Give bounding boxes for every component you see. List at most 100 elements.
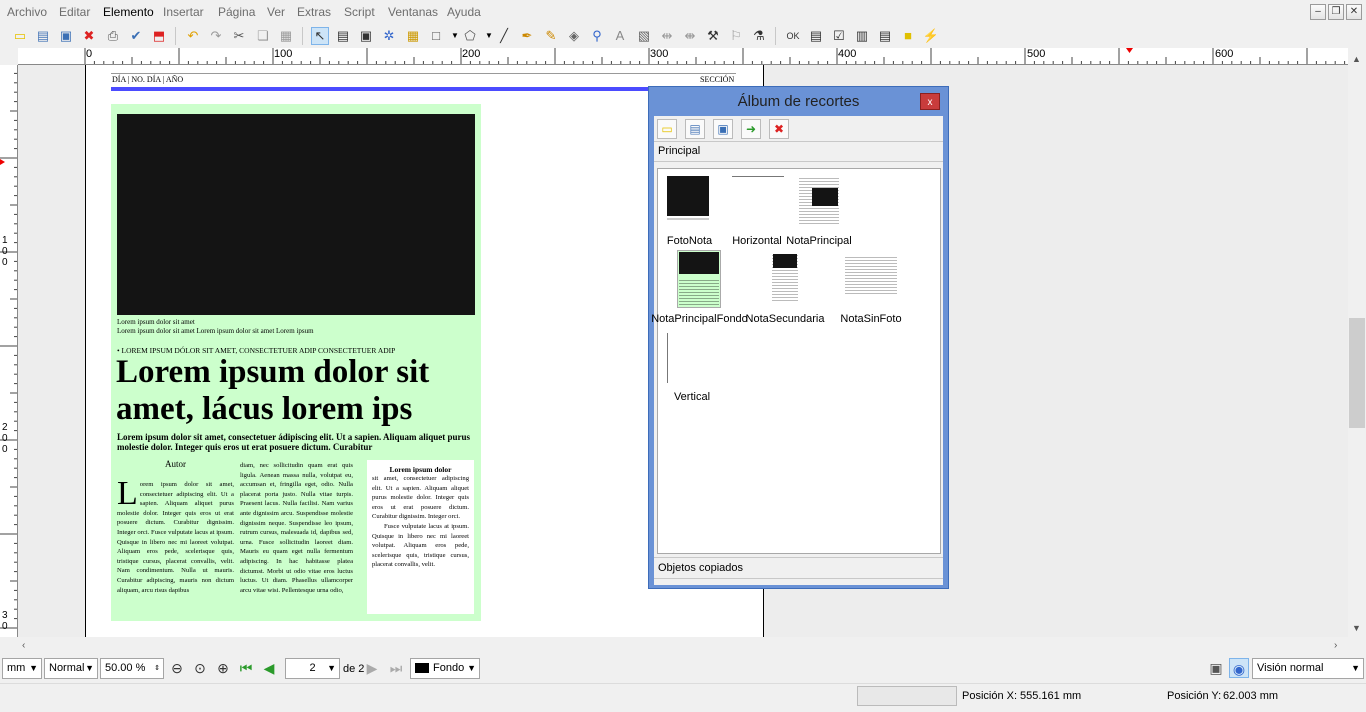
next-page-icon[interactable]: ▶ (362, 658, 382, 678)
menu-insertar[interactable]: Insertar (163, 5, 204, 19)
open-folder-icon[interactable]: ▤ (34, 27, 52, 45)
header-date: DÍA | NO. DÍA | AÑO (112, 75, 184, 84)
copy-properties-icon[interactable]: ⚐ (727, 27, 745, 45)
scrap-item-notasecundaria[interactable]: NotaSecundaria (746, 253, 824, 325)
measure-icon[interactable]: ⚒ (704, 27, 722, 45)
copy-icon[interactable]: ❏ (254, 27, 272, 45)
restore-button[interactable]: ❐ (1328, 4, 1344, 20)
position-y-value: 62.003 mm (1223, 690, 1279, 702)
line-icon[interactable]: ╱ (495, 27, 513, 45)
vertical-scroll-thumb[interactable] (1349, 318, 1365, 428)
pdf-textfield-icon[interactable]: ▤ (807, 27, 825, 45)
close-document-icon[interactable]: ✖ (80, 27, 98, 45)
table-icon[interactable]: ▦ (404, 27, 422, 45)
shape-icon[interactable]: □ (427, 27, 445, 45)
menu-script[interactable]: Script (344, 5, 375, 19)
print-icon[interactable]: ⎙ (104, 27, 122, 45)
scroll-up-icon[interactable]: ▲ (1352, 54, 1361, 64)
pdf-link-icon[interactable]: ⚡ (922, 27, 940, 45)
pdf-listbox-icon[interactable]: ▤ (876, 27, 894, 45)
save-scrapbook-icon[interactable]: ▣ (713, 119, 733, 139)
pdf-checkbox-icon[interactable]: ☑ (830, 27, 848, 45)
sidebar-box[interactable]: Lorem ipsum dolor sit amet, consectetuer… (367, 460, 474, 614)
zoom-100-icon[interactable]: ⊙ (190, 658, 210, 678)
open-scrapbook-icon[interactable]: ▤ (685, 119, 705, 139)
previous-page-icon[interactable]: ◀ (259, 658, 279, 678)
new-scrapbook-icon[interactable]: ▭ (657, 119, 677, 139)
text-frame-icon[interactable]: ▤ (334, 27, 352, 45)
scrapbook-items-area[interactable]: FotoNota Horizontal NotaPrincipal NotaPr… (651, 168, 941, 554)
last-page-icon[interactable]: ⏭ (386, 658, 406, 678)
page-number-select[interactable]: 2 ▼ (285, 658, 340, 679)
paste-icon[interactable]: ▦ (277, 27, 295, 45)
menu-elemento[interactable]: Elemento (103, 5, 154, 19)
menu-extras[interactable]: Extras (297, 5, 331, 19)
photo-frame[interactable] (117, 114, 475, 315)
zoom-in-icon[interactable]: ⊕ (213, 658, 233, 678)
scroll-left-icon[interactable]: ‹ (22, 640, 25, 651)
freehand-icon[interactable]: ✎ (542, 27, 560, 45)
ruler-label: 2 0 0 (2, 422, 8, 455)
cut-icon[interactable]: ✂ (230, 27, 248, 45)
link-frames-icon[interactable]: ⇹ (658, 27, 676, 45)
zoom-out-icon[interactable]: ⊖ (167, 658, 187, 678)
layer-select[interactable]: Fondo ▼ (410, 658, 480, 679)
new-document-icon[interactable]: ▭ (11, 27, 29, 45)
menu-editar[interactable]: Editar (59, 5, 90, 19)
horizontal-scrollbar[interactable]: ‹ › (18, 637, 1348, 655)
scroll-right-icon[interactable]: › (1334, 640, 1337, 651)
scrap-item-horizontal[interactable]: Horizontal (732, 176, 784, 247)
preview-mode-icon[interactable]: ▣ (1206, 658, 1226, 678)
edit-content-icon[interactable]: ▧ (635, 27, 653, 45)
redo-icon[interactable]: ↷ (207, 27, 225, 45)
image-frame-icon[interactable]: ▣ (357, 27, 375, 45)
minimize-button[interactable]: – (1310, 4, 1326, 20)
scrap-item-fotonota[interactable]: FotoNota (667, 176, 712, 247)
menu-pagina[interactable]: Página (218, 5, 255, 19)
bezier-icon[interactable]: ✒ (518, 27, 536, 45)
scrapbook-close-button[interactable]: x (920, 93, 940, 110)
close-window-button[interactable]: ✕ (1346, 4, 1362, 20)
save-icon[interactable]: ▣ (57, 27, 75, 45)
scrapbook-section-principal[interactable]: Principal (654, 141, 943, 162)
eye-icon[interactable]: ◉ (1229, 658, 1249, 678)
document-canvas[interactable]: DÍA | NO. DÍA | AÑO SECCIÓN Lorem ipsum … (18, 65, 1348, 637)
polygon-icon[interactable]: ⬠ (461, 27, 479, 45)
scrap-item-vertical[interactable]: Vertical (667, 333, 710, 403)
render-frame-icon[interactable]: ✲ (380, 27, 398, 45)
pdf-button-icon[interactable]: OK (784, 27, 802, 45)
unlink-frames-icon[interactable]: ⇼ (681, 27, 699, 45)
import-scrapbook-icon[interactable]: ➜ (741, 119, 761, 139)
rotate-icon[interactable]: ◈ (565, 27, 583, 45)
undo-icon[interactable]: ↶ (184, 27, 202, 45)
menu-ver[interactable]: Ver (267, 5, 285, 19)
main-story-frame[interactable]: Lorem ipsum dolor sit amet Lorem ipsum d… (111, 104, 481, 621)
zoom-icon[interactable]: ⚲ (588, 27, 606, 45)
edit-text-icon[interactable]: A (611, 27, 629, 45)
sidebar-box-title: Lorem ipsum dolor (389, 465, 452, 474)
menu-ayuda[interactable]: Ayuda (447, 5, 481, 19)
pdf-combobox-icon[interactable]: ▥ (853, 27, 871, 45)
pdf-annotation-icon[interactable]: ■ (899, 27, 917, 45)
scrapbook-section-copied[interactable]: Objetos copiados (654, 557, 943, 579)
scroll-down-icon[interactable]: ▼ (1352, 623, 1361, 633)
vertical-scrollbar[interactable]: ▲ ▼ (1348, 48, 1366, 637)
first-page-icon[interactable]: ⏮ (236, 658, 256, 678)
scrap-item-notasinfoto[interactable]: NotaSinFoto (840, 255, 902, 325)
menu-ventanas[interactable]: Ventanas (388, 5, 438, 19)
close-scrapbook-icon[interactable]: ✖ (769, 119, 789, 139)
menu-archivo[interactable]: Archivo (7, 5, 47, 19)
position-x-label: Posición X: (962, 690, 1018, 702)
scrap-item-notaprincipal[interactable]: NotaPrincipal (786, 176, 852, 247)
unit-select[interactable]: mm ▼ (2, 658, 42, 679)
view-mode-select[interactable]: Visión normal ▼ (1252, 658, 1364, 679)
quality-select[interactable]: Normal ▼ (44, 658, 98, 679)
scrapbook-palette[interactable]: Álbum de recortes x ▭ ▤ ▣ ➜ ✖ Principal … (648, 86, 949, 589)
select-tool-icon[interactable]: ↖ (311, 27, 329, 45)
pdf-export-icon[interactable]: ⬒ (150, 27, 168, 45)
zoom-input[interactable]: 50.00 % ⇕ (100, 658, 164, 679)
body-column-2: diam, nec sollicitudin quam erat quis li… (240, 462, 353, 594)
scrap-item-notaprincipalfondo[interactable]: NotaPrincipalFondo (651, 250, 748, 325)
eyedropper-icon[interactable]: ⚗ (750, 27, 768, 45)
preflight-icon[interactable]: ✔ (127, 27, 145, 45)
